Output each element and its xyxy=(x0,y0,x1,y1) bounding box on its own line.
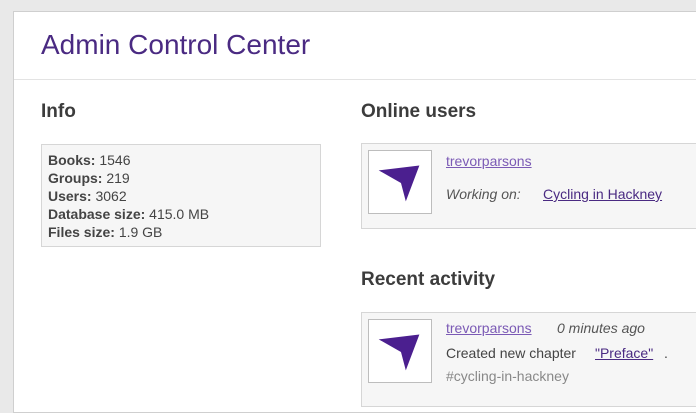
info-row-books: Books: 1546 xyxy=(48,152,131,168)
admin-page: Admin Control Center Info Books: 1546 Gr… xyxy=(13,11,696,413)
working-on-label: Working on: xyxy=(446,186,521,202)
page-header: Admin Control Center xyxy=(14,12,696,80)
activity-user-link[interactable]: trevorparsons xyxy=(446,320,532,336)
booktype-logo-icon[interactable] xyxy=(368,150,432,214)
activity-time: 0 minutes ago xyxy=(557,320,645,336)
online-user-card: trevorparsons Working on: Cycling in Hac… xyxy=(361,143,696,229)
activity-card: trevorparsons 0 minutes ago Created new … xyxy=(361,312,696,407)
activity-book-tag[interactable]: #cycling-in-hackney xyxy=(446,368,569,384)
info-row-database-size: Database size: 415.0 MB xyxy=(48,206,210,222)
book-link-cycling[interactable]: Cycling in Hackney xyxy=(543,186,662,202)
info-row-files-size: Files size: 1.9 GB xyxy=(48,224,163,240)
info-title: Info xyxy=(41,101,76,122)
booktype-logo-icon[interactable] xyxy=(368,319,432,383)
chapter-link-preface[interactable]: "Preface" xyxy=(595,345,653,361)
activity-suffix: . xyxy=(664,345,668,361)
info-row-users: Users: 3062 xyxy=(48,188,127,204)
activity-action-text: Created new chapter xyxy=(446,345,576,361)
page-title: Admin Control Center xyxy=(41,29,311,60)
info-row-groups: Groups: 219 xyxy=(48,170,130,186)
recent-activity-title: Recent activity xyxy=(361,269,496,290)
online-user-link[interactable]: trevorparsons xyxy=(446,153,532,169)
info-box: Books: 1546 Groups: 219 Users: 3062 Data… xyxy=(41,144,321,247)
online-users-title: Online users xyxy=(361,101,477,122)
